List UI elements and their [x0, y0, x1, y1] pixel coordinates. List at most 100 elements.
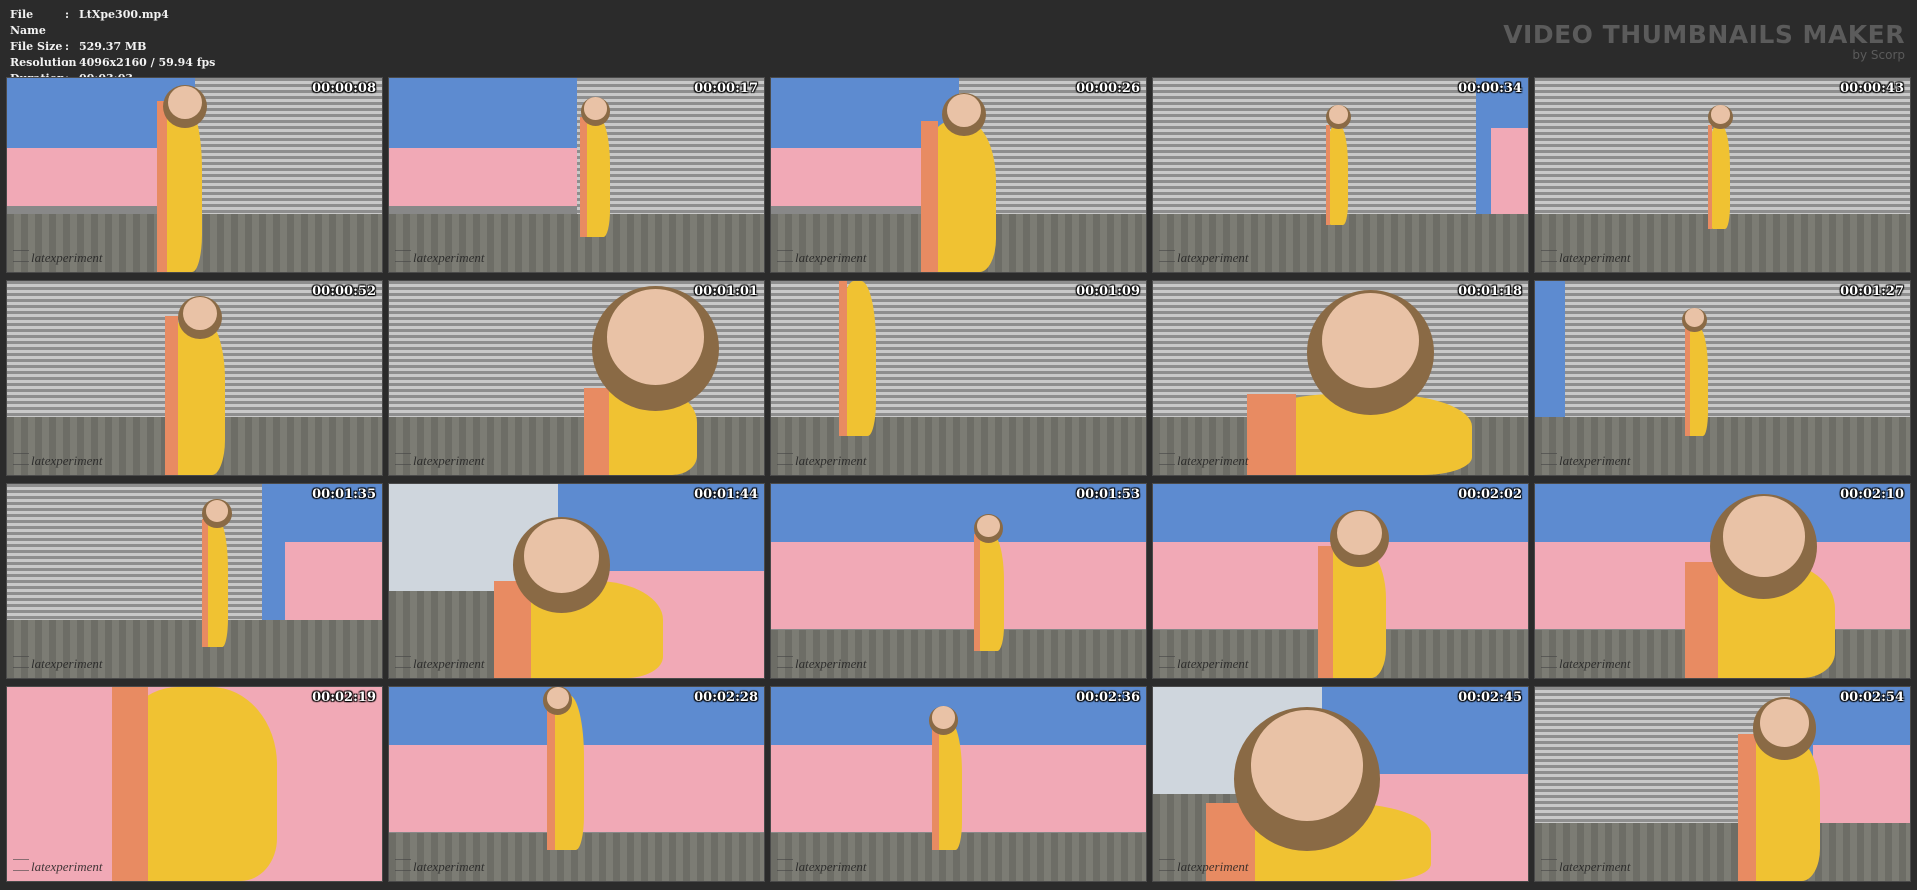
figure-shape [973, 534, 1004, 651]
head-shape [546, 687, 569, 710]
thumbnail-timestamp: 00:00:17 [694, 81, 758, 96]
thumbnail-grid: latexperiment 00:00:08 latexperiment 00:00:… [6, 77, 1911, 882]
watermark-tagline-mark [13, 250, 29, 262]
watermark-logo: latexperiment [795, 250, 867, 265]
head-shape [1711, 105, 1730, 124]
thumbnail-timestamp: 00:00:08 [312, 81, 376, 96]
figure-shape [1325, 124, 1348, 226]
thumbnail-scene [771, 484, 1146, 678]
thumbnail-frame[interactable]: latexperiment 00:02:02 [1152, 483, 1529, 679]
watermark-logo: latexperiment [1177, 250, 1249, 265]
thumbnail-frame[interactable]: latexperiment 00:00:17 [388, 77, 765, 273]
thumbnail-scene [389, 78, 764, 272]
suit-accent-shape [157, 101, 167, 272]
watermark-tagline-mark [395, 453, 411, 465]
info-row-file-size: File Size : 529.37 MB [10, 39, 215, 55]
thumbnail-scene [7, 78, 382, 272]
watermark-logo: latexperiment [31, 859, 103, 874]
thumbnail-scene [1153, 78, 1528, 272]
thumbnail-scene [1153, 687, 1528, 881]
thumbnail-frame[interactable]: latexperiment 00:01:01 [388, 280, 765, 476]
brand-title: VIDEO THUMBNAILS MAKER [1503, 20, 1905, 49]
watermark-logo: latexperiment [1559, 250, 1631, 265]
watermark-tagline-mark [777, 859, 793, 871]
thumbnail-frame[interactable]: latexperiment 00:01:18 [1152, 280, 1529, 476]
brand-subtitle: by Scorp [1852, 48, 1905, 62]
watermark-logo: latexperiment [1559, 453, 1631, 468]
suit-accent-shape [1325, 124, 1331, 226]
head-shape [947, 93, 981, 127]
thumbnail-frame[interactable]: latexperiment 00:00:08 [6, 77, 383, 273]
watermark-tagline-mark [777, 453, 793, 465]
brand-logo: VIDEO THUMBNAILS MAKER by Scorp [1503, 20, 1905, 63]
thumbnail-scene [7, 484, 382, 678]
watermark-tagline-mark [1159, 656, 1175, 668]
thumbnail-frame[interactable]: latexperiment 00:01:27 [1534, 280, 1911, 476]
watermark-tagline-mark [13, 859, 29, 871]
thumbnail-frame[interactable]: latexperiment 00:00:52 [6, 280, 383, 476]
thumbnail-frame[interactable]: latexperiment 00:02:36 [770, 686, 1147, 882]
thumbnail-frame[interactable]: latexperiment 00:01:09 [770, 280, 1147, 476]
thumbnail-scene [771, 78, 1146, 272]
watermark-tagline-mark [1541, 453, 1557, 465]
thumbnail-timestamp: 00:02:28 [694, 690, 758, 705]
figure-shape [838, 281, 876, 437]
watermark-tagline-mark [1541, 656, 1557, 668]
watermark-logo: latexperiment [795, 859, 867, 874]
suit-accent-shape [546, 694, 555, 850]
info-label: File Size [10, 40, 63, 53]
thumbnail-scene [389, 281, 764, 475]
suit-accent-shape [580, 116, 587, 238]
head-shape [606, 288, 704, 385]
thumbnail-timestamp: 00:01:35 [312, 487, 376, 502]
thumbnail-timestamp: 00:00:43 [1840, 81, 1904, 96]
suit-accent-shape [1246, 393, 1297, 475]
suit-accent-shape [838, 281, 847, 437]
thumbnail-frame[interactable]: latexperiment 00:01:53 [770, 483, 1147, 679]
thumbnail-timestamp: 00:02:36 [1076, 690, 1140, 705]
shutter-shape [771, 281, 1146, 417]
figure-shape [546, 694, 584, 850]
thumbnail-timestamp: 00:00:26 [1076, 81, 1140, 96]
info-separator: : [65, 8, 70, 21]
thumbnail-timestamp: 00:01:44 [694, 487, 758, 502]
thumbnail-frame[interactable]: latexperiment 00:00:26 [770, 77, 1147, 273]
thumbnail-timestamp: 00:01:09 [1076, 284, 1140, 299]
head-shape [1250, 710, 1363, 821]
thumbnail-scene [1535, 484, 1910, 678]
thumbnail-timestamp: 00:02:19 [312, 690, 376, 705]
thumbnail-frame[interactable]: latexperiment 00:02:28 [388, 686, 765, 882]
thumbnail-frame[interactable]: latexperiment 00:00:43 [1534, 77, 1911, 273]
thumbnail-frame[interactable]: latexperiment 00:02:10 [1534, 483, 1911, 679]
thumbnail-frame[interactable]: latexperiment 00:02:54 [1534, 686, 1911, 882]
thumbnail-frame[interactable]: latexperiment 00:01:44 [388, 483, 765, 679]
suit-accent-shape [1318, 546, 1333, 678]
figure-shape [202, 518, 229, 647]
shutter-shape [1153, 78, 1476, 214]
watermark-tagline-mark [1159, 453, 1175, 465]
watermark-logo: latexperiment [31, 250, 103, 265]
thumbnail-frame[interactable]: latexperiment 00:00:34 [1152, 77, 1529, 273]
thumbnail-timestamp: 00:01:18 [1458, 284, 1522, 299]
file-info-panel: File Name : LtXpe300.mp4 File Size : 529… [10, 7, 215, 87]
head-shape [977, 515, 1000, 538]
thumbnail-scene [771, 687, 1146, 881]
wall-blue-shape [389, 78, 577, 148]
figure-shape [921, 120, 996, 272]
thumbnail-frame[interactable]: latexperiment 00:02:19 [6, 686, 383, 882]
info-value: 4096x2160 / 59.94 fps [79, 56, 216, 69]
head-shape [1329, 105, 1348, 124]
figure-shape [112, 687, 277, 881]
thumbnail-frame[interactable]: latexperiment 00:02:45 [1152, 686, 1529, 882]
shutter-shape [194, 78, 382, 214]
wall-pink-shape [389, 147, 577, 207]
head-shape [1685, 308, 1704, 327]
watermark-tagline-mark [777, 656, 793, 668]
thumbnail-scene [1535, 281, 1910, 475]
thumbnail-frame[interactable]: latexperiment 00:01:35 [6, 483, 383, 679]
info-label: Resolution [10, 56, 77, 69]
figure-shape [1685, 327, 1708, 437]
thumbnail-timestamp: 00:02:02 [1458, 487, 1522, 502]
figure-shape [1707, 124, 1730, 230]
wall-pink-shape [771, 542, 1146, 630]
